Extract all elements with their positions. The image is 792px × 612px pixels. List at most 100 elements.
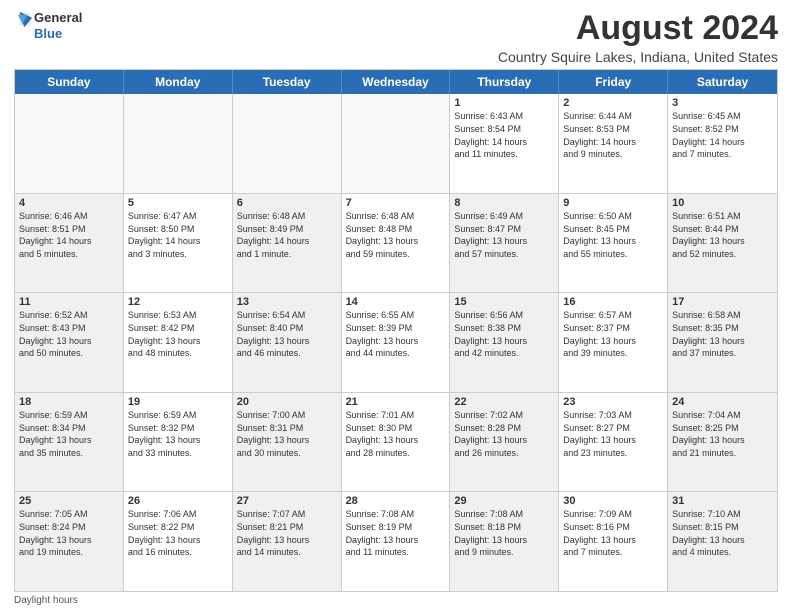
weekday-header-tuesday: Tuesday <box>233 70 342 94</box>
day-info: Sunrise: 6:57 AM Sunset: 8:37 PM Dayligh… <box>563 309 663 359</box>
day-number: 16 <box>563 296 663 308</box>
day-number: 6 <box>237 197 337 209</box>
cal-cell-22: 22Sunrise: 7:02 AM Sunset: 8:28 PM Dayli… <box>450 393 559 492</box>
calendar: SundayMondayTuesdayWednesdayThursdayFrid… <box>14 69 778 592</box>
day-number: 2 <box>563 97 663 109</box>
day-number: 26 <box>128 495 228 507</box>
weekday-header-saturday: Saturday <box>668 70 777 94</box>
day-info: Sunrise: 6:56 AM Sunset: 8:38 PM Dayligh… <box>454 309 554 359</box>
cal-cell-23: 23Sunrise: 7:03 AM Sunset: 8:27 PM Dayli… <box>559 393 668 492</box>
cal-cell-2: 2Sunrise: 6:44 AM Sunset: 8:53 PM Daylig… <box>559 94 668 193</box>
cal-cell-5: 5Sunrise: 6:47 AM Sunset: 8:50 PM Daylig… <box>124 194 233 293</box>
day-number: 13 <box>237 296 337 308</box>
day-number: 3 <box>672 97 773 109</box>
day-number: 4 <box>19 197 119 209</box>
cal-cell-31: 31Sunrise: 7:10 AM Sunset: 8:15 PM Dayli… <box>668 492 777 591</box>
day-number: 20 <box>237 396 337 408</box>
cal-week-2: 4Sunrise: 6:46 AM Sunset: 8:51 PM Daylig… <box>15 194 777 294</box>
cal-cell-27: 27Sunrise: 7:07 AM Sunset: 8:21 PM Dayli… <box>233 492 342 591</box>
day-info: Sunrise: 6:59 AM Sunset: 8:32 PM Dayligh… <box>128 409 228 459</box>
day-info: Sunrise: 7:00 AM Sunset: 8:31 PM Dayligh… <box>237 409 337 459</box>
cal-cell-empty-2 <box>233 94 342 193</box>
day-info: Sunrise: 7:08 AM Sunset: 8:19 PM Dayligh… <box>346 508 446 558</box>
logo-general-text: General <box>34 10 82 26</box>
cal-cell-13: 13Sunrise: 6:54 AM Sunset: 8:40 PM Dayli… <box>233 293 342 392</box>
calendar-body: 1Sunrise: 6:43 AM Sunset: 8:54 PM Daylig… <box>15 94 777 591</box>
day-number: 8 <box>454 197 554 209</box>
day-number: 5 <box>128 197 228 209</box>
day-info: Sunrise: 6:52 AM Sunset: 8:43 PM Dayligh… <box>19 309 119 359</box>
day-number: 17 <box>672 296 773 308</box>
cal-cell-empty-1 <box>124 94 233 193</box>
weekday-header-wednesday: Wednesday <box>342 70 451 94</box>
day-info: Sunrise: 6:54 AM Sunset: 8:40 PM Dayligh… <box>237 309 337 359</box>
day-info: Sunrise: 6:44 AM Sunset: 8:53 PM Dayligh… <box>563 110 663 160</box>
logo: General Blue <box>14 10 82 41</box>
day-number: 12 <box>128 296 228 308</box>
day-info: Sunrise: 6:49 AM Sunset: 8:47 PM Dayligh… <box>454 210 554 260</box>
main-title: August 2024 <box>498 10 778 47</box>
day-info: Sunrise: 7:03 AM Sunset: 8:27 PM Dayligh… <box>563 409 663 459</box>
cal-cell-4: 4Sunrise: 6:46 AM Sunset: 8:51 PM Daylig… <box>15 194 124 293</box>
day-info: Sunrise: 7:05 AM Sunset: 8:24 PM Dayligh… <box>19 508 119 558</box>
day-info: Sunrise: 6:53 AM Sunset: 8:42 PM Dayligh… <box>128 309 228 359</box>
day-number: 1 <box>454 97 554 109</box>
cal-cell-30: 30Sunrise: 7:09 AM Sunset: 8:16 PM Dayli… <box>559 492 668 591</box>
day-info: Sunrise: 6:46 AM Sunset: 8:51 PM Dayligh… <box>19 210 119 260</box>
day-info: Sunrise: 6:43 AM Sunset: 8:54 PM Dayligh… <box>454 110 554 160</box>
cal-cell-24: 24Sunrise: 7:04 AM Sunset: 8:25 PM Dayli… <box>668 393 777 492</box>
day-info: Sunrise: 6:47 AM Sunset: 8:50 PM Dayligh… <box>128 210 228 260</box>
cal-cell-11: 11Sunrise: 6:52 AM Sunset: 8:43 PM Dayli… <box>15 293 124 392</box>
day-info: Sunrise: 7:02 AM Sunset: 8:28 PM Dayligh… <box>454 409 554 459</box>
cal-cell-20: 20Sunrise: 7:00 AM Sunset: 8:31 PM Dayli… <box>233 393 342 492</box>
cal-cell-21: 21Sunrise: 7:01 AM Sunset: 8:30 PM Dayli… <box>342 393 451 492</box>
logo-blue-text: Blue <box>34 26 82 42</box>
cal-cell-14: 14Sunrise: 6:55 AM Sunset: 8:39 PM Dayli… <box>342 293 451 392</box>
cal-cell-9: 9Sunrise: 6:50 AM Sunset: 8:45 PM Daylig… <box>559 194 668 293</box>
day-number: 15 <box>454 296 554 308</box>
weekday-header-friday: Friday <box>559 70 668 94</box>
day-number: 28 <box>346 495 446 507</box>
header: General Blue August 2024 Country Squire … <box>14 10 778 65</box>
cal-week-5: 25Sunrise: 7:05 AM Sunset: 8:24 PM Dayli… <box>15 492 777 591</box>
day-number: 24 <box>672 396 773 408</box>
cal-cell-15: 15Sunrise: 6:56 AM Sunset: 8:38 PM Dayli… <box>450 293 559 392</box>
cal-cell-7: 7Sunrise: 6:48 AM Sunset: 8:48 PM Daylig… <box>342 194 451 293</box>
logo-icon <box>16 10 34 32</box>
cal-cell-29: 29Sunrise: 7:08 AM Sunset: 8:18 PM Dayli… <box>450 492 559 591</box>
day-number: 27 <box>237 495 337 507</box>
day-info: Sunrise: 7:09 AM Sunset: 8:16 PM Dayligh… <box>563 508 663 558</box>
title-area: August 2024 Country Squire Lakes, Indian… <box>498 10 778 65</box>
cal-week-3: 11Sunrise: 6:52 AM Sunset: 8:43 PM Dayli… <box>15 293 777 393</box>
cal-cell-18: 18Sunrise: 6:59 AM Sunset: 8:34 PM Dayli… <box>15 393 124 492</box>
cal-week-1: 1Sunrise: 6:43 AM Sunset: 8:54 PM Daylig… <box>15 94 777 194</box>
cal-cell-empty-3 <box>342 94 451 193</box>
cal-cell-25: 25Sunrise: 7:05 AM Sunset: 8:24 PM Dayli… <box>15 492 124 591</box>
day-info: Sunrise: 6:59 AM Sunset: 8:34 PM Dayligh… <box>19 409 119 459</box>
day-info: Sunrise: 6:51 AM Sunset: 8:44 PM Dayligh… <box>672 210 773 260</box>
weekday-header-monday: Monday <box>124 70 233 94</box>
day-info: Sunrise: 6:58 AM Sunset: 8:35 PM Dayligh… <box>672 309 773 359</box>
day-number: 18 <box>19 396 119 408</box>
cal-cell-1: 1Sunrise: 6:43 AM Sunset: 8:54 PM Daylig… <box>450 94 559 193</box>
cal-week-4: 18Sunrise: 6:59 AM Sunset: 8:34 PM Dayli… <box>15 393 777 493</box>
cal-cell-6: 6Sunrise: 6:48 AM Sunset: 8:49 PM Daylig… <box>233 194 342 293</box>
day-number: 21 <box>346 396 446 408</box>
weekday-header-thursday: Thursday <box>450 70 559 94</box>
calendar-header: SundayMondayTuesdayWednesdayThursdayFrid… <box>15 70 777 94</box>
day-info: Sunrise: 7:08 AM Sunset: 8:18 PM Dayligh… <box>454 508 554 558</box>
day-info: Sunrise: 7:01 AM Sunset: 8:30 PM Dayligh… <box>346 409 446 459</box>
day-info: Sunrise: 7:10 AM Sunset: 8:15 PM Dayligh… <box>672 508 773 558</box>
day-number: 9 <box>563 197 663 209</box>
day-number: 30 <box>563 495 663 507</box>
cal-cell-12: 12Sunrise: 6:53 AM Sunset: 8:42 PM Dayli… <box>124 293 233 392</box>
day-number: 14 <box>346 296 446 308</box>
day-number: 22 <box>454 396 554 408</box>
day-number: 10 <box>672 197 773 209</box>
day-number: 25 <box>19 495 119 507</box>
cal-cell-8: 8Sunrise: 6:49 AM Sunset: 8:47 PM Daylig… <box>450 194 559 293</box>
day-info: Sunrise: 6:48 AM Sunset: 8:48 PM Dayligh… <box>346 210 446 260</box>
cal-cell-17: 17Sunrise: 6:58 AM Sunset: 8:35 PM Dayli… <box>668 293 777 392</box>
weekday-header-sunday: Sunday <box>15 70 124 94</box>
day-info: Sunrise: 7:06 AM Sunset: 8:22 PM Dayligh… <box>128 508 228 558</box>
